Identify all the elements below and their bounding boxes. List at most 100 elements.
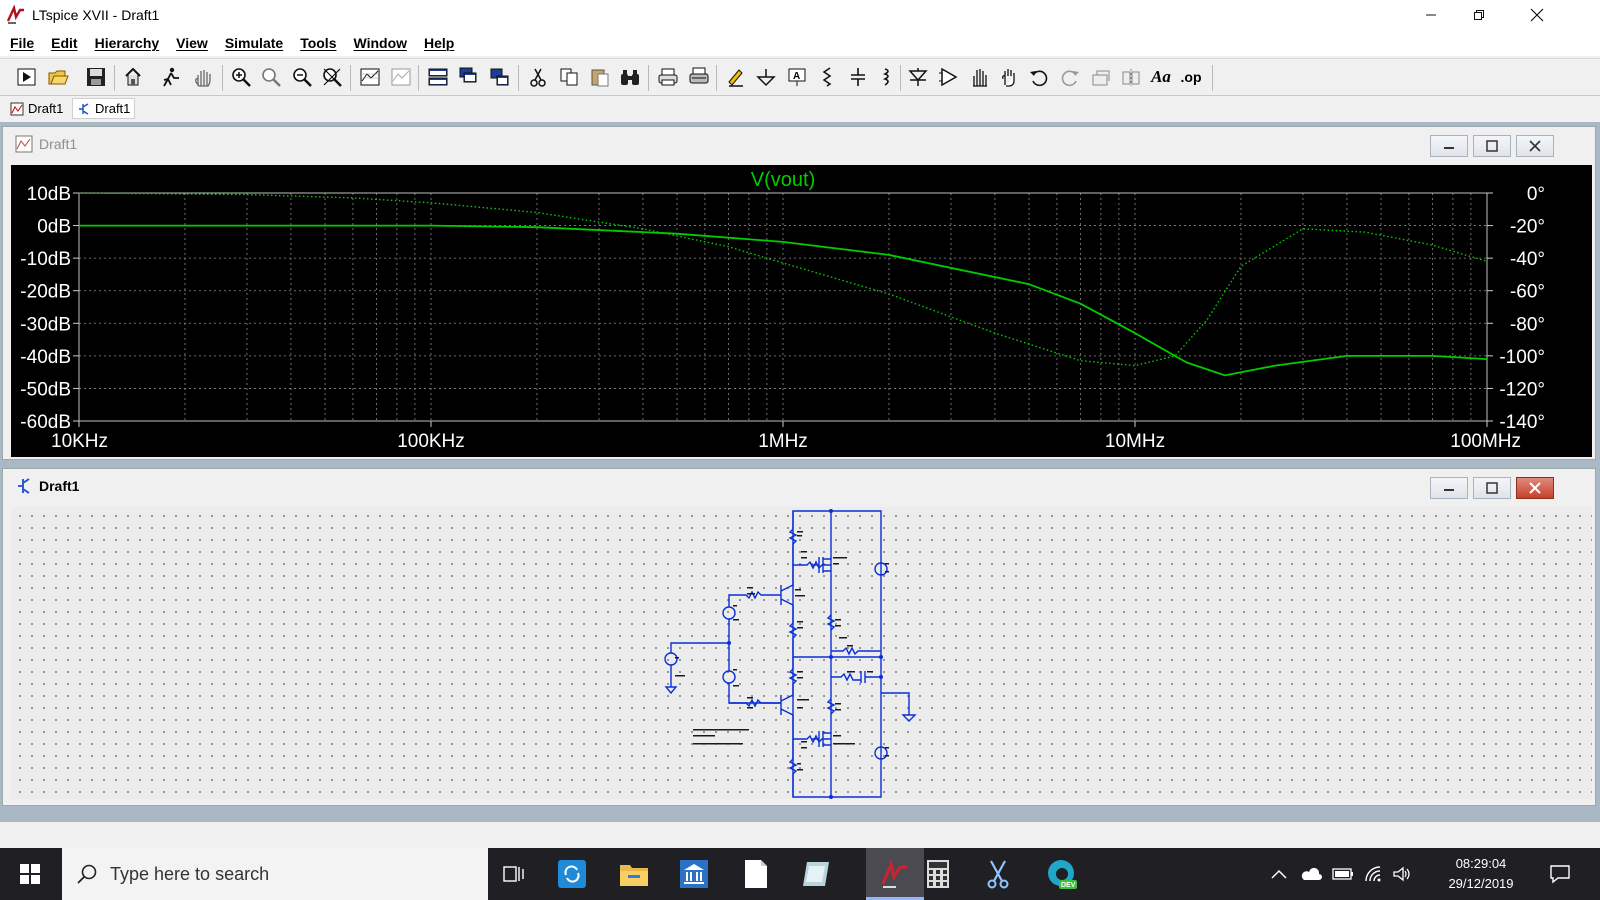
tab-schematic-draft1[interactable]: Draft1 [72,98,136,119]
waveform-close-button[interactable] [1516,135,1554,157]
taskbar-app-notes[interactable] [796,848,836,900]
diode-button[interactable] [905,64,931,90]
y-right-tick-label: -40° [1510,249,1545,270]
schematic-maximize-button[interactable] [1473,477,1511,499]
taskbar-file-explorer[interactable] [614,848,654,900]
volume-icon[interactable] [1392,865,1412,883]
taskbar-app-bank[interactable] [674,848,714,900]
menu-window[interactable]: Window [346,35,414,51]
menu-tools[interactable]: Tools [293,35,343,51]
taskbar-ltspice[interactable] [866,848,924,900]
wire-button[interactable] [723,64,749,90]
text-button[interactable]: Aa [1148,64,1174,90]
taskbar-app-document[interactable] [736,848,776,900]
show-hidden-icons-icon[interactable] [1270,868,1288,880]
x-tick-label: 100KHz [397,431,465,452]
wifi-icon[interactable] [1364,865,1384,883]
open-button[interactable] [45,64,71,90]
document-tabs: Draft1 Draft1 [0,97,1600,121]
diode-icon [908,68,928,86]
move-icon [973,69,987,87]
waveform-window-titlebar[interactable]: Draft1 [3,127,1595,161]
schematic-canvas[interactable] [11,507,1592,799]
taskbar-snipping-tool[interactable] [978,848,1018,900]
print-setup-button[interactable] [686,64,712,90]
mirror-button[interactable] [1118,64,1144,90]
menu-hierarchy[interactable]: Hierarchy [88,35,167,51]
capacitor-button[interactable] [845,64,871,90]
inductor-button[interactable] [874,64,900,90]
redo-button[interactable] [1057,64,1083,90]
delete-traces-button[interactable] [388,64,414,90]
zoom-full-button[interactable] [258,64,284,90]
close-button[interactable] [1514,0,1560,30]
autorange-button[interactable] [357,64,383,90]
component-button[interactable] [935,64,961,90]
control-panel-button[interactable] [120,64,146,90]
menu-edit[interactable]: Edit [44,35,84,51]
taskbar-clock[interactable]: 08:29:04 29/12/2019 [1436,854,1526,894]
close-icon [1529,140,1541,152]
tab-waveform-draft1[interactable]: Draft1 [6,98,67,119]
mdi-workspace: Draft1 10dB 0dB -10dB -20dB -30dB -40dB -50dB -… [0,122,1600,822]
start-button[interactable] [12,848,48,900]
paste-button[interactable] [587,64,613,90]
taskbar-app-sync[interactable] [552,848,592,900]
spice-directive-button[interactable]: .op [1178,64,1204,90]
waveform-window-title: Draft1 [39,136,78,152]
document-icon [745,860,767,888]
menu-view[interactable]: View [169,35,215,51]
zoom-in-button[interactable] [228,64,254,90]
waveform-maximize-button[interactable] [1473,135,1511,157]
battery-icon[interactable] [1332,867,1354,881]
y-left-tick-label: -50dB [20,379,71,400]
taskbar-search-box[interactable]: Type here to search [62,848,488,900]
label-net-button[interactable]: A [784,64,810,90]
print-button[interactable] [655,64,681,90]
action-center-button[interactable] [1540,848,1580,900]
schematic-window-titlebar[interactable]: Draft1 [3,469,1595,503]
tile-horizontal-button[interactable] [425,64,451,90]
onedrive-icon[interactable] [1300,867,1322,881]
menu-file[interactable]: File [3,35,41,51]
label-net-icon: A [788,68,806,86]
rotate-button[interactable] [1088,64,1114,90]
maximize-button[interactable] [1456,0,1502,30]
drag-button[interactable] [996,64,1022,90]
cascade-button[interactable] [456,64,482,90]
waveform-window: Draft1 10dB 0dB -10dB -20dB -30dB -40dB -50dB -… [2,126,1596,460]
resistor-button[interactable] [814,64,840,90]
menu-simulate[interactable]: Simulate [218,35,290,51]
taskbar-edge-dev[interactable]: DEV [1040,848,1082,900]
schematic-minimize-button[interactable] [1430,477,1468,499]
save-button[interactable] [83,64,109,90]
tile-vertical-button[interactable] [487,64,513,90]
y-right-tick-label: -20° [1510,217,1545,238]
taskbar-calculator[interactable] [918,848,958,900]
undo-button[interactable] [1026,64,1052,90]
schematic-close-button[interactable] [1516,477,1554,499]
task-view-button[interactable] [496,848,532,900]
cut-icon [530,68,546,87]
copy-button[interactable] [556,64,582,90]
bode-plot[interactable]: 10dB 0dB -10dB -20dB -30dB -40dB -50dB -60dB 0° -… [11,165,1592,457]
print-icon [658,68,678,86]
mirror-icon [1122,69,1140,86]
status-bar [0,822,1600,848]
calculator-icon [927,860,949,888]
cut-button[interactable] [525,64,551,90]
sync-app-icon [558,860,586,888]
zoom-out-button[interactable] [289,64,315,90]
menu-help[interactable]: Help [417,35,461,51]
pan-button[interactable] [190,64,216,90]
move-button[interactable] [966,64,992,90]
waveform-minimize-button[interactable] [1430,135,1468,157]
schematic-window-icon [18,478,30,494]
run-button[interactable] [14,64,40,90]
ground-button[interactable] [753,64,779,90]
zoom-cancel-button[interactable] [319,64,345,90]
copy-icon [560,68,578,86]
halt-button[interactable] [158,64,184,90]
find-button[interactable] [617,64,643,90]
minimize-button[interactable] [1408,0,1454,30]
